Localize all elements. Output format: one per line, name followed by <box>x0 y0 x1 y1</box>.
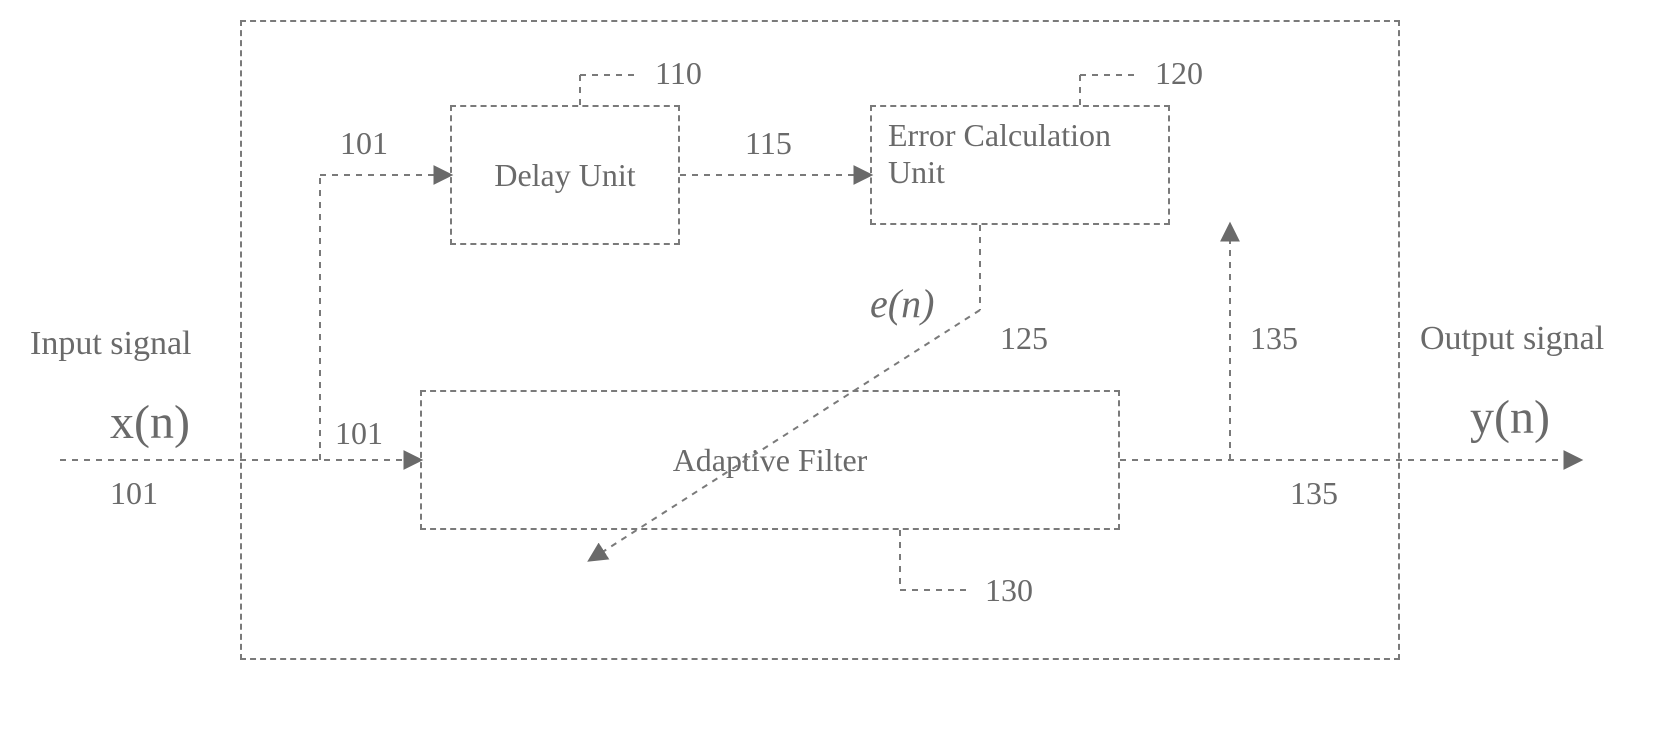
ref-125: 125 <box>1000 320 1048 357</box>
system-boundary-box <box>240 20 1400 660</box>
input-signal-symbol: x(n) <box>110 395 190 450</box>
ref-120: 120 <box>1155 55 1203 92</box>
ref-101-c: 101 <box>335 415 383 452</box>
delay-unit-label: Delay Unit <box>494 157 635 194</box>
error-calc-unit-block: Error Calculation Unit <box>870 105 1170 225</box>
ref-115: 115 <box>745 125 792 162</box>
ref-135-a: 135 <box>1250 320 1298 357</box>
ref-110: 110 <box>655 55 702 92</box>
diagram-stage: Delay Unit Error Calculation Unit Adapti… <box>0 0 1667 730</box>
delay-unit-block: Delay Unit <box>450 105 680 245</box>
ref-101-a: 101 <box>110 475 158 512</box>
ref-135-b: 135 <box>1290 475 1338 512</box>
input-signal-title: Input signal <box>30 325 191 363</box>
output-signal-symbol: y(n) <box>1470 390 1550 445</box>
error-calc-unit-label: Error Calculation Unit <box>888 117 1160 191</box>
ref-130: 130 <box>985 572 1033 609</box>
adaptive-filter-label: Adaptive Filter <box>673 442 868 479</box>
ref-101-b: 101 <box>340 125 388 162</box>
error-symbol: e(n) <box>870 280 934 327</box>
output-signal-title: Output signal <box>1420 320 1604 358</box>
adaptive-filter-block: Adaptive Filter <box>420 390 1120 530</box>
